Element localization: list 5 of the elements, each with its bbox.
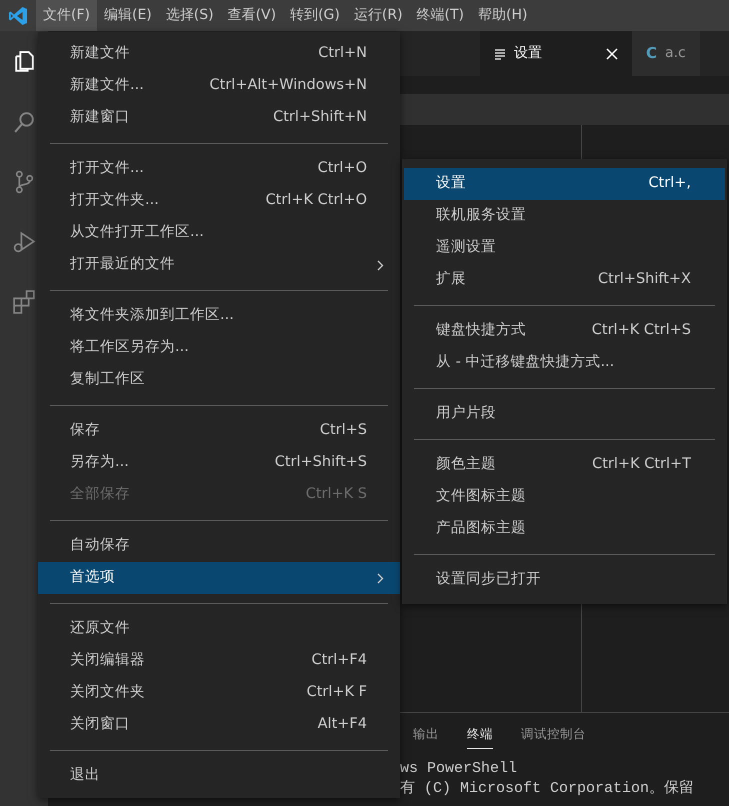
terminal-line: 有 (C) Microsoft Corporation。保留 xyxy=(400,778,696,799)
terminal-line: ws PowerShell xyxy=(400,758,518,779)
c-file-icon: C xyxy=(646,42,658,65)
tab-label: a.c xyxy=(665,44,686,63)
tab-label: 设置 xyxy=(514,44,542,63)
